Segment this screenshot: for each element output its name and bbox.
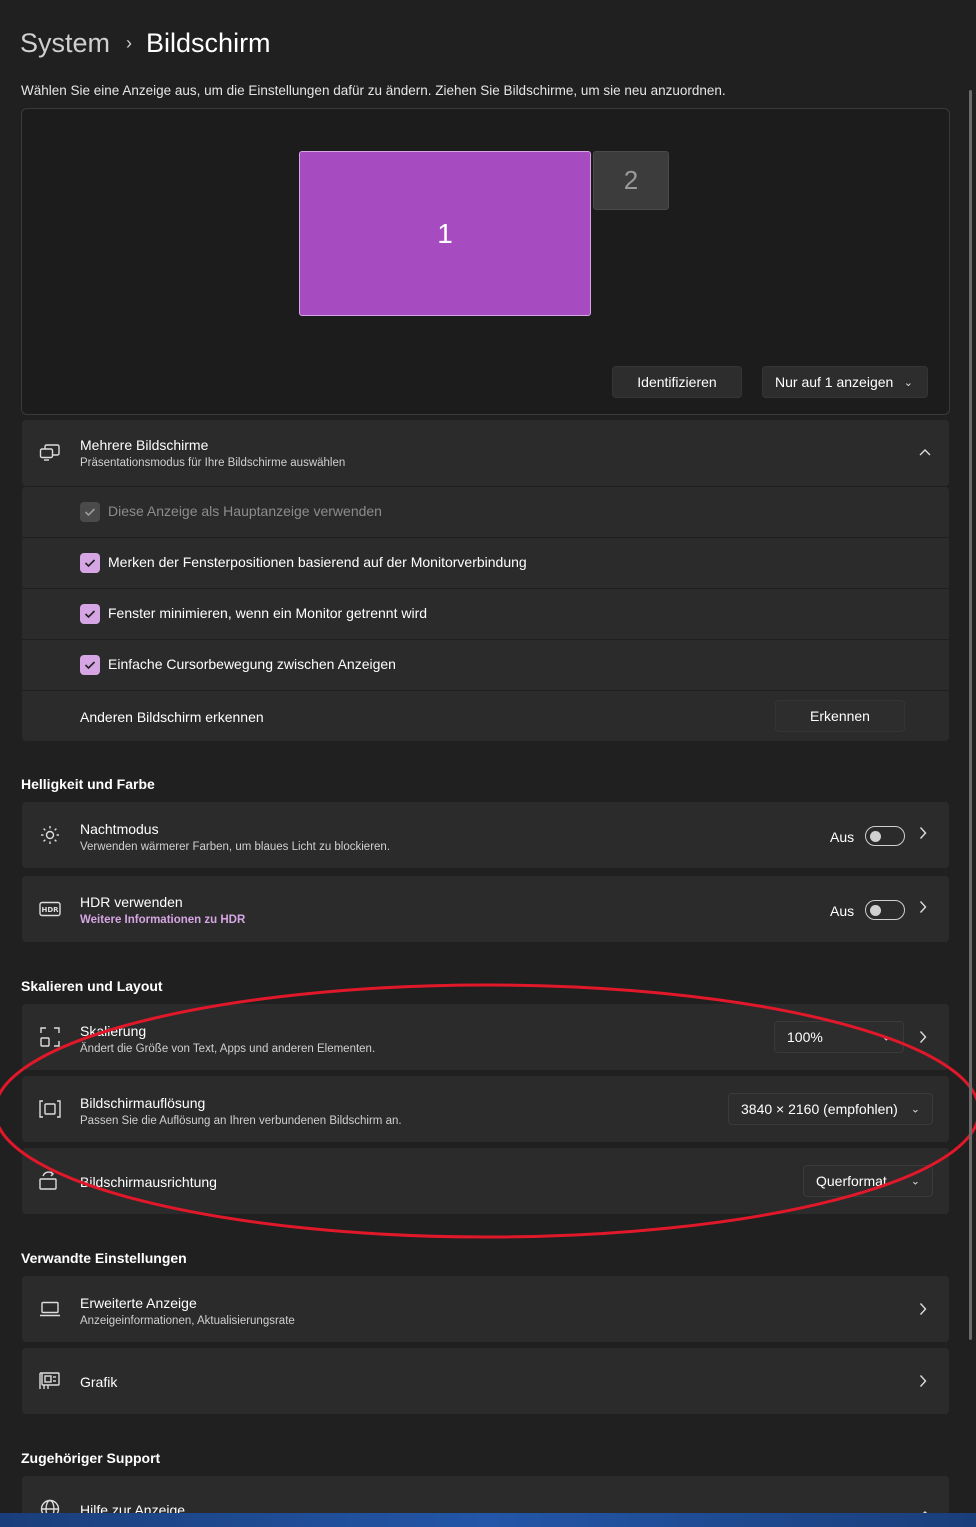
breadcrumb: System › Bildschirm [20, 28, 271, 59]
advanced-display-subtitle: Anzeigeinformationen, Aktualisierungsrat… [80, 1315, 295, 1327]
multiple-displays-subtitle: Präsentationsmodus für Ihre Bildschirme … [80, 457, 346, 469]
night-mode-toggle[interactable] [865, 826, 905, 846]
chevron-right-icon [919, 826, 927, 845]
hdr-icon: HDR [39, 898, 61, 920]
section-heading-related: Verwandte Einstellungen [21, 1250, 187, 1266]
multiple-displays-header[interactable]: Mehrere Bildschirme Präsentationsmodus f… [22, 420, 949, 486]
section-heading-brightness: Helligkeit und Farbe [21, 776, 155, 792]
svg-text:HDR: HDR [41, 906, 59, 914]
hdr-info-link[interactable]: Weitere Informationen zu HDR [80, 914, 245, 926]
red-annotation-ellipse [0, 983, 976, 1239]
monitor-2-tile[interactable]: 2 [593, 151, 669, 210]
night-mode-title: Nachtmodus [80, 821, 159, 837]
chevron-right-icon [919, 900, 927, 919]
breadcrumb-separator-icon: › [126, 33, 133, 53]
check-icon [84, 610, 96, 619]
taskbar-strip [0, 1513, 976, 1527]
hdr-toggle[interactable] [865, 900, 905, 920]
graphics-row[interactable]: Grafik [22, 1348, 949, 1414]
monitor-2-label: 2 [623, 165, 639, 195]
monitor-1-label: 1 [437, 217, 453, 249]
display-mode-dropdown[interactable]: Nur auf 1 anzeigen ⌄ [762, 366, 928, 398]
checkbox-minimize-windows-label: Fenster minimieren, wenn ein Monitor get… [108, 605, 428, 621]
chevron-up-icon [919, 443, 931, 461]
intro-text: Wählen Sie eine Anzeige aus, um die Eins… [21, 83, 726, 98]
multiple-displays-title: Mehrere Bildschirme [80, 437, 209, 453]
scrollbar[interactable] [969, 90, 972, 1340]
detect-display-label: Anderen Bildschirm erkennen [80, 709, 264, 725]
graphics-title: Grafik [80, 1374, 118, 1390]
brightness-icon [39, 824, 61, 846]
chevron-down-icon: ⌄ [903, 376, 913, 389]
hdr-state: Aus [830, 903, 855, 919]
hdr-row[interactable]: HDR HDR verwenden Weitere Informationen … [22, 876, 949, 942]
hdr-title: HDR verwenden [80, 894, 183, 910]
section-heading-support: Zugehöriger Support [21, 1450, 161, 1466]
check-icon [84, 661, 96, 670]
page-title: Bildschirm [146, 28, 271, 58]
checkbox-easy-cursor-movement-label: Einfache Cursorbewegung zwischen Anzeige… [108, 656, 396, 672]
display-help-row[interactable]: Hilfe zur Anzeige [22, 1476, 949, 1516]
checkbox-easy-cursor-movement[interactable] [80, 655, 100, 675]
monitor-1-tile[interactable]: 1 [299, 151, 591, 316]
chevron-right-icon [919, 1302, 927, 1321]
night-mode-row[interactable]: Nachtmodus Verwenden wärmerer Farben, um… [22, 802, 949, 868]
display-mode-value: Nur auf 1 anzeigen [775, 374, 894, 390]
multiple-monitors-icon [39, 442, 61, 464]
breadcrumb-parent-system[interactable]: System [20, 28, 110, 59]
laptop-icon [39, 1298, 61, 1320]
checkbox-main-display-label: Diese Anzeige als Hauptanzeige verwenden [108, 503, 382, 519]
check-icon [84, 508, 96, 517]
check-icon [84, 559, 96, 568]
checkbox-remember-window-positions[interactable] [80, 553, 100, 573]
identify-button[interactable]: Identifizieren [612, 366, 742, 398]
detect-button[interactable]: Erkennen [775, 700, 905, 732]
checkbox-minimize-windows[interactable] [80, 604, 100, 624]
advanced-display-title: Erweiterte Anzeige [80, 1295, 197, 1311]
night-mode-subtitle: Verwenden wärmerer Farben, um blaues Lic… [80, 841, 391, 853]
checkbox-remember-window-positions-label: Merken der Fensterpositionen basierend a… [108, 554, 527, 570]
night-mode-state: Aus [830, 829, 855, 845]
graphics-card-icon [39, 1370, 61, 1392]
chevron-right-icon [919, 1374, 927, 1393]
checkbox-main-display[interactable] [80, 502, 100, 522]
advanced-display-row[interactable]: Erweiterte Anzeige Anzeigeinformationen,… [22, 1276, 949, 1342]
